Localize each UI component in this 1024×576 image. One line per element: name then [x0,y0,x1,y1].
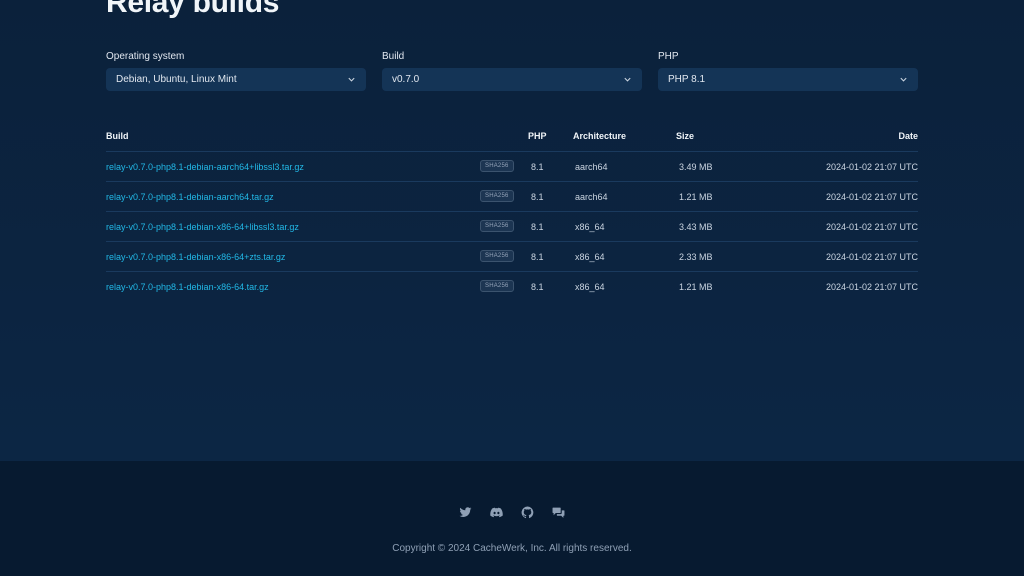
chevron-down-icon [622,75,632,85]
build-date: 2024-01-02 21:07 UTC [825,222,918,232]
social-links [458,505,566,520]
os-filter: Operating system Debian, Ubuntu, Linux M… [106,51,366,91]
os-select-value: Debian, Ubuntu, Linux Mint [116,74,237,85]
php-version: 8.1 [531,282,544,292]
php-filter-label: PHP [658,51,679,62]
php-filter: PHP PHP 8.1 [658,51,918,91]
php-select[interactable]: PHP 8.1 [658,68,918,91]
os-filter-label: Operating system [106,51,185,62]
file-size: 3.49 MB [679,162,713,172]
php-version: 8.1 [531,252,544,262]
column-header-size: Size [676,131,695,141]
build-filter-label: Build [382,51,405,62]
architecture: aarch64 [575,162,608,172]
file-size: 2.33 MB [679,252,713,262]
column-header-architecture: Architecture [573,131,627,141]
file-size: 1.21 MB [679,282,713,292]
copyright-text: Copyright © 2024 CacheWerk, Inc. All rig… [392,543,632,554]
page-title: Relay builds [106,0,280,19]
main-content: Relay builds Operating system Debian, Ub… [0,0,1024,461]
build-date: 2024-01-02 21:07 UTC [825,192,918,202]
architecture: x86_64 [575,222,605,232]
build-file-link[interactable]: relay-v0.7.0-php8.1-debian-x86-64+libssl… [106,222,299,232]
build-select-value: v0.7.0 [392,74,420,85]
file-size: 1.21 MB [679,192,713,202]
sha256-badge[interactable]: SHA256 [480,250,514,262]
column-header-php: PHP [528,131,547,141]
build-file-link[interactable]: relay-v0.7.0-php8.1-debian-x86-64+zts.ta… [106,252,285,262]
sha256-badge[interactable]: SHA256 [480,220,514,232]
architecture: aarch64 [575,192,608,202]
column-header-build: Build [106,131,129,141]
os-select[interactable]: Debian, Ubuntu, Linux Mint [106,68,366,91]
build-filter: Build v0.7.0 [382,51,642,91]
sha256-badge[interactable]: SHA256 [480,190,514,202]
chevron-down-icon [898,75,908,85]
build-date: 2024-01-02 21:07 UTC [825,282,918,292]
php-select-value: PHP 8.1 [668,74,706,85]
build-select[interactable]: v0.7.0 [382,68,642,91]
table-row: relay-v0.7.0-php8.1-debian-x86-64+libssl… [106,211,918,241]
discord-icon[interactable] [489,505,504,520]
github-icon[interactable] [520,505,535,520]
architecture: x86_64 [575,252,605,262]
footer: Copyright © 2024 CacheWerk, Inc. All rig… [0,461,1024,576]
file-size: 3.43 MB [679,222,713,232]
php-version: 8.1 [531,162,544,172]
twitter-icon[interactable] [458,505,473,520]
table-row: relay-v0.7.0-php8.1-debian-x86-64.tar.gz… [106,271,918,301]
sha256-badge[interactable]: SHA256 [480,280,514,292]
chevron-down-icon [346,75,356,85]
table-row: relay-v0.7.0-php8.1-debian-aarch64+libss… [106,151,918,181]
build-date: 2024-01-02 21:07 UTC [825,252,918,262]
table-row: relay-v0.7.0-php8.1-debian-aarch64.tar.g… [106,181,918,211]
build-file-link[interactable]: relay-v0.7.0-php8.1-debian-aarch64+libss… [106,162,304,172]
php-version: 8.1 [531,192,544,202]
sha256-badge[interactable]: SHA256 [480,160,514,172]
php-version: 8.1 [531,222,544,232]
architecture: x86_64 [575,282,605,292]
chat-icon[interactable] [551,505,566,520]
column-header-date: Date [898,131,918,141]
build-file-link[interactable]: relay-v0.7.0-php8.1-debian-x86-64.tar.gz [106,282,269,292]
build-file-link[interactable]: relay-v0.7.0-php8.1-debian-aarch64.tar.g… [106,192,274,202]
table-row: relay-v0.7.0-php8.1-debian-x86-64+zts.ta… [106,241,918,271]
table-header: Build PHP Architecture Size Date [106,131,918,151]
build-date: 2024-01-02 21:07 UTC [825,162,918,172]
